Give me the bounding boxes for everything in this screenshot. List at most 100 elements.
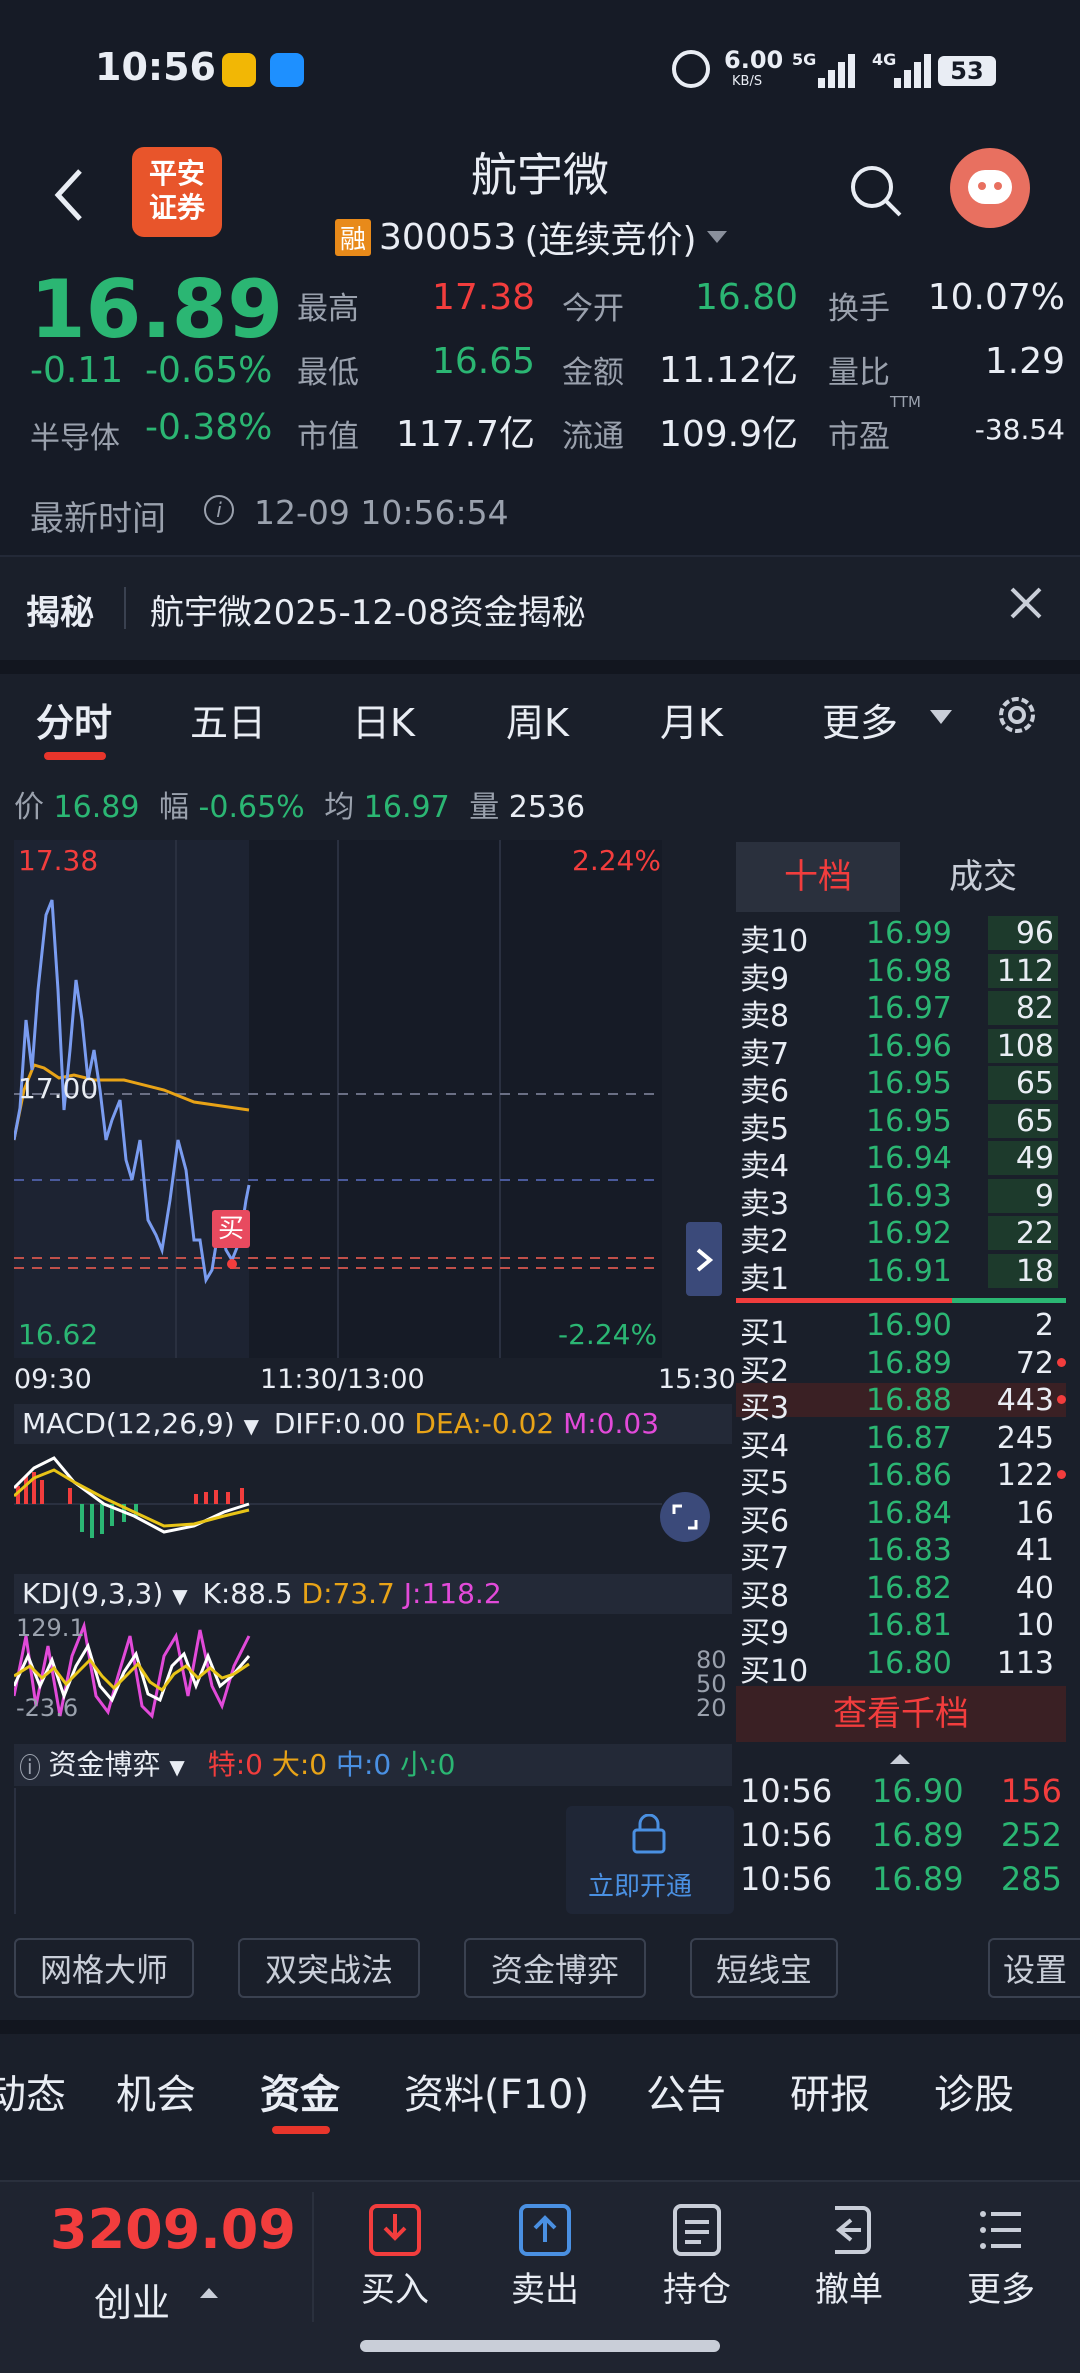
status-bar: 10:56 6.00 KB/S 5G 4G 53	[0, 0, 1080, 135]
fund-game-name: 资金博弈	[48, 1748, 161, 1781]
search-icon[interactable]	[848, 163, 904, 219]
more-button[interactable]: 更多	[946, 2202, 1056, 2332]
tab-trades[interactable]: 成交	[900, 842, 1066, 912]
tab-research[interactable]: 研报	[790, 2062, 870, 2120]
tab-weekly-k[interactable]: 周K	[506, 692, 569, 747]
close-icon[interactable]	[1008, 585, 1044, 621]
buy-signal-marker[interactable]: 买	[212, 1210, 250, 1248]
tab-five-day[interactable]: 五日	[190, 692, 266, 747]
bid-row[interactable]: 买10 16.80 113	[736, 1646, 1066, 1689]
buy-icon	[369, 2204, 421, 2256]
home-indicator[interactable]	[360, 2340, 720, 2352]
fund-game-header[interactable]: i 资金博弈 ▼ 特:0 大:0 中:0 小:0	[14, 1744, 732, 1786]
menu-icon	[980, 2211, 1021, 2249]
fund-game-button[interactable]: 资金博弈	[464, 1938, 646, 1998]
order-book: 十档 成交 卖10 16.99 96 卖9 16.98 112 卖8 16.97 82 卖7 16.…	[736, 842, 1066, 1914]
fund-reveal-banner[interactable]: 揭秘 航宇微2025-12-08资金揭秘	[0, 555, 1080, 660]
bid-row[interactable]: 买8 16.82 40	[736, 1570, 1066, 1614]
positions-icon	[673, 2204, 721, 2256]
settings-button[interactable]: 设置	[988, 1938, 1080, 1998]
reveal-text[interactable]: 航宇微2025-12-08资金揭秘	[150, 585, 586, 634]
ask-row[interactable]: 卖4 16.94 49	[736, 1141, 1066, 1184]
fullscreen-button[interactable]	[660, 1492, 710, 1542]
short-line-button[interactable]: 短线宝	[690, 1938, 838, 1998]
kdj-name: KDJ(9,3,3)	[22, 1577, 164, 1610]
more-label: 更多	[967, 2270, 1035, 2310]
ask-row[interactable]: 卖5 16.95 65	[736, 1103, 1066, 1147]
ask-row[interactable]: 卖7 16.96 108	[736, 1028, 1066, 1072]
trade-volume: 285	[1000, 1860, 1062, 1898]
sell-button[interactable]: 卖出	[490, 2202, 600, 2332]
sell-icon	[519, 2204, 571, 2256]
update-time-label: 最新时间	[30, 499, 166, 539]
bid-row[interactable]: 买4 16.87 245	[736, 1421, 1066, 1464]
view-thousand-levels-button[interactable]: 查看千档	[736, 1686, 1066, 1742]
bid-row[interactable]: 买9 16.81 10	[736, 1608, 1066, 1651]
bid-dot-marker	[1057, 1357, 1066, 1367]
bid-price: 16.86	[866, 1458, 952, 1493]
ask-row[interactable]: 卖6 16.95 65	[736, 1066, 1066, 1109]
x-label-midday: 11:30/13:00	[260, 1364, 425, 1395]
ask-row[interactable]: 卖9 16.98 112	[736, 953, 1066, 997]
chevron-up-icon[interactable]	[888, 1752, 912, 1766]
macd-header[interactable]: MACD(12,26,9) ▼ DIFF:0.00 DEA:-0.02 M:0.…	[14, 1404, 732, 1444]
ask-row[interactable]: 卖2 16.92 22	[736, 1216, 1066, 1259]
bid-row[interactable]: 买5 16.86 122	[736, 1458, 1066, 1501]
open-label: 今开	[562, 291, 624, 327]
macd-m: M:0.03	[563, 1407, 660, 1440]
trade-row: 10:56 16.89 285	[736, 1860, 1066, 1902]
positions-label: 持仓	[663, 2270, 731, 2310]
grid-master-button[interactable]: 网格大师	[14, 1938, 194, 1998]
tab-opportunity[interactable]: 机会	[116, 2062, 196, 2120]
bid-price: 16.88	[866, 1383, 952, 1418]
kdj-header[interactable]: KDJ(9,3,3) ▼ K:88.5 D:73.7 J:118.2	[14, 1574, 732, 1614]
stock-code: 300053	[379, 216, 517, 258]
sector-name: 半导体	[30, 421, 120, 456]
bid-price: 16.82	[866, 1570, 952, 1606]
trade-mode: (连续竞价)	[524, 220, 697, 261]
unlock-panel[interactable]: 立即开通	[566, 1806, 734, 1914]
tab-monthly-k[interactable]: 月K	[660, 692, 723, 747]
info-price-label: 价	[14, 790, 44, 825]
ask-row[interactable]: 卖8 16.97 82	[736, 991, 1066, 1034]
ask-row[interactable]: 卖10 16.99 96	[736, 916, 1066, 959]
tab-news[interactable]: 动态	[0, 2062, 66, 2120]
battery-icon: 53	[938, 56, 996, 86]
bid-row[interactable]: 买7 16.83 41	[736, 1533, 1066, 1576]
trade-time: 10:56	[740, 1860, 833, 1898]
bid-row[interactable]: 买1 16.90 2	[736, 1308, 1066, 1351]
bid-price: 16.83	[866, 1533, 952, 1568]
stock-code-selector[interactable]: 融 300053 (连续竞价)	[335, 211, 729, 263]
double-breakout-button[interactable]: 双突战法	[238, 1938, 420, 1998]
bid-row[interactable]: 买2 16.89 72	[736, 1345, 1066, 1389]
gear-icon[interactable]	[992, 690, 1042, 740]
expand-orderbook-button[interactable]	[686, 1222, 722, 1296]
tab-funds[interactable]: 资金	[260, 2062, 340, 2120]
intraday-chart[interactable]: 17.38 2.24% 17.00 16.62 -2.24% 买	[14, 840, 662, 1358]
tab-daily-k[interactable]: 日K	[352, 692, 415, 747]
tab-more[interactable]: 更多	[822, 692, 898, 747]
tab-announcements[interactable]: 公告	[646, 2062, 726, 2120]
y-mid-label: 17.00	[18, 1072, 99, 1105]
tab-diagnosis[interactable]: 诊股	[934, 2062, 1014, 2120]
y-max-label: 17.38	[18, 844, 99, 877]
index-widget[interactable]: 3209.09 创业	[0, 2182, 312, 2332]
assistant-avatar[interactable]	[950, 148, 1030, 228]
info-vol-label: 量	[469, 790, 500, 825]
ask-row[interactable]: 卖1 16.91 18	[736, 1253, 1066, 1297]
info-icon[interactable]: i	[20, 1754, 40, 1780]
tab-intraday[interactable]: 分时	[36, 692, 112, 747]
cancel-order-button[interactable]: 撤单	[794, 2202, 904, 2332]
info-icon[interactable]: i	[204, 495, 234, 525]
bid-price: 16.89	[866, 1345, 952, 1381]
ask-row[interactable]: 卖3 16.93 9	[736, 1178, 1066, 1222]
kdj-top-label: 129.1	[16, 1614, 85, 1642]
tab-f10[interactable]: 资料(F10)	[404, 2062, 589, 2120]
bid-row[interactable]: 买3 16.88 443	[736, 1383, 1066, 1426]
bid-row[interactable]: 买6 16.84 16	[736, 1496, 1066, 1539]
buy-button[interactable]: 买入	[340, 2202, 450, 2332]
fund-large: 大:0	[271, 1748, 328, 1781]
bid-volume: 72	[1015, 1345, 1054, 1381]
positions-button[interactable]: 持仓	[642, 2202, 752, 2332]
tab-ten-level[interactable]: 十档	[736, 842, 900, 912]
